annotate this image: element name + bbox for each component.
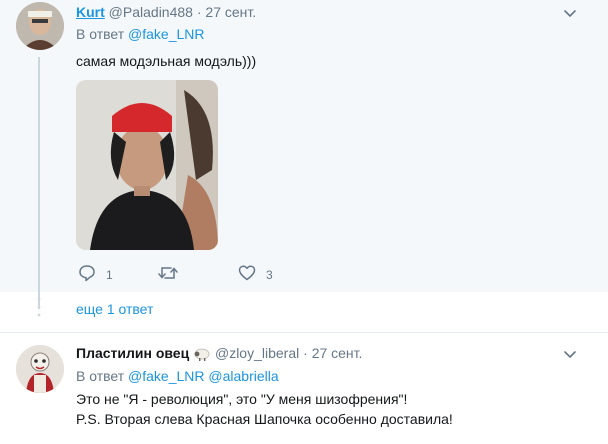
chevron-down-icon: [564, 351, 576, 359]
reply-to-mention[interactable]: @fake_LNR: [128, 368, 204, 384]
avatar-zloy-liberal[interactable]: [16, 345, 64, 393]
tweet-zloy-header: Пластилин овец @zloy_liberal · 27 сент.: [76, 345, 362, 364]
tweet-text-line-2: P.S. Вторая слева Красная Шапочка особен…: [76, 411, 453, 427]
reply-to-mention[interactable]: @fake_LNR: [128, 26, 204, 42]
avatar-kurt-image: [16, 2, 64, 50]
divider: [0, 332, 608, 333]
separator: ·: [196, 4, 202, 20]
handle-zloy[interactable]: @zloy_liberal: [215, 345, 299, 361]
like-action[interactable]: 3: [238, 264, 273, 282]
thread-dots: [36, 296, 42, 318]
reply-action[interactable]: 1: [78, 264, 113, 282]
tweet-menu-button[interactable]: [563, 347, 577, 366]
reply-to-line: В ответ @fake_LNR: [76, 25, 205, 44]
display-name-kurt[interactable]: Kurt: [76, 4, 105, 20]
like-count: 3: [266, 267, 273, 282]
handle-kurt[interactable]: @Paladin488: [109, 4, 193, 20]
thread-connector: [38, 57, 40, 309]
tweet-kurt-header: Kurt @Paladin488 · 27 сент.: [76, 4, 256, 20]
tweet-menu-button[interactable]: [563, 6, 577, 25]
heart-icon: [238, 265, 256, 281]
tweet-date[interactable]: 27 сент.: [205, 4, 256, 20]
tweet-text: самая модэльная модэль))): [76, 53, 257, 69]
reply-prefix: В ответ: [76, 26, 125, 42]
tweet-date[interactable]: 27 сент.: [312, 345, 363, 361]
reply-prefix: В ответ: [76, 368, 125, 384]
chevron-down-icon: [564, 10, 576, 18]
photo-image: [76, 80, 218, 250]
reply-icon: [79, 265, 95, 282]
reply-to-mention[interactable]: @alabriella: [208, 368, 278, 384]
separator: ·: [303, 345, 308, 361]
retweet-action[interactable]: [158, 264, 188, 282]
display-name-zloy[interactable]: Пластилин овец: [76, 345, 189, 361]
tweet-photo[interactable]: [76, 80, 218, 250]
reply-to-line: В ответ @fake_LNR @alabriella: [76, 367, 279, 386]
reply-count: 1: [106, 267, 113, 282]
sheep-emoji-icon: [193, 347, 211, 364]
avatar-zloy-liberal-image: [16, 345, 64, 393]
avatar-kurt[interactable]: [16, 2, 64, 50]
retweet-icon: [158, 267, 178, 279]
show-more-replies-link[interactable]: еще 1 ответ: [76, 300, 153, 319]
tweet-text-line-1: Это не "Я - революция", это "У меня шизо…: [76, 391, 408, 407]
